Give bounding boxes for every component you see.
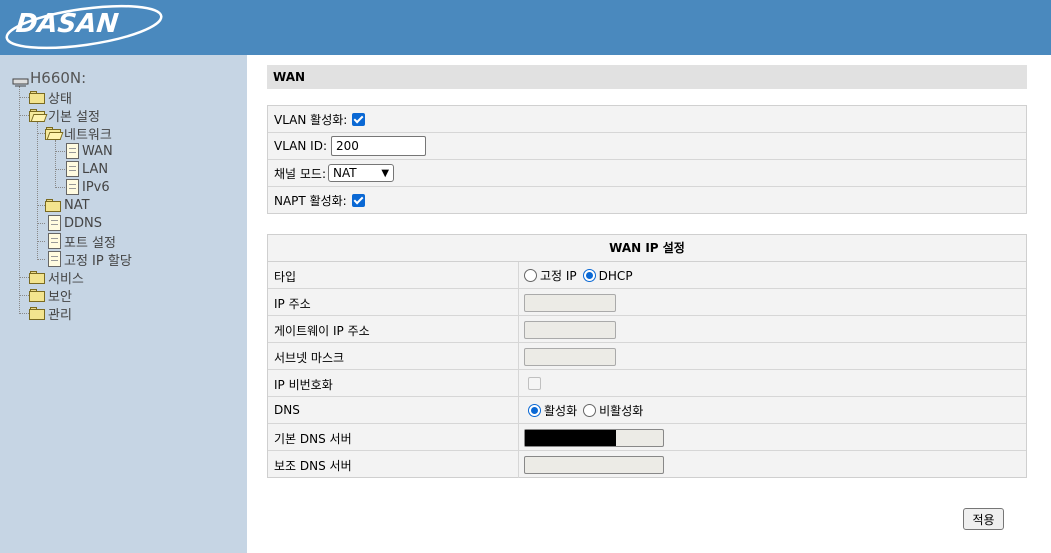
- napt-enable-row: NAPT 활성화:: [268, 187, 1026, 214]
- dhcp-radio-label: DHCP: [598, 268, 633, 283]
- folder-icon: [29, 270, 46, 284]
- sidebar-item-security[interactable]: 보안: [29, 286, 72, 305]
- page-title: WAN: [267, 65, 1027, 89]
- ip-address-row: IP 주소: [268, 289, 1026, 316]
- tree-root-device[interactable]: H660N:: [12, 69, 86, 87]
- folder-icon: [45, 198, 62, 212]
- document-icon: [66, 179, 79, 195]
- sidebar-item-label: DDNS: [64, 215, 102, 231]
- apply-button[interactable]: 적용: [963, 508, 1004, 530]
- document-icon: [66, 161, 79, 177]
- dns-disable-radio[interactable]: [583, 404, 597, 417]
- vlan-id-label: VLAN ID:: [274, 139, 327, 153]
- sidebar-item-label: LAN: [82, 161, 109, 177]
- document-icon: [66, 143, 79, 159]
- main-content: WAN VLAN 활성화: VLAN ID: 200 채널 모드: NAT ▼ …: [247, 55, 1051, 553]
- sidebar-item-port-settings[interactable]: 포트 설정: [48, 232, 116, 251]
- sidebar-item-label: 포트 설정: [64, 235, 116, 251]
- folder-open-icon: [45, 126, 64, 140]
- napt-enable-checkbox[interactable]: [351, 194, 365, 207]
- vlan-settings-box: VLAN 활성화: VLAN ID: 200 채널 모드: NAT ▼ NAPT…: [267, 105, 1027, 214]
- dns-enable-radio-label: 활성화: [544, 404, 578, 418]
- redacted-value: [525, 429, 616, 446]
- sidebar-item-management[interactable]: 관리: [29, 304, 72, 323]
- channel-mode-row: 채널 모드: NAT ▼: [268, 160, 1026, 187]
- sidebar-item-ddns[interactable]: DDNS: [48, 214, 102, 232]
- sidebar-item-label: 네트워크: [64, 127, 112, 143]
- sidebar-item-label: 상태: [48, 91, 72, 107]
- unnumbered-label: IP 비번호화: [274, 378, 333, 392]
- sidebar-item-ipv6[interactable]: IPv6: [66, 178, 110, 196]
- static-ip-radio[interactable]: [524, 269, 537, 282]
- channel-mode-label: 채널 모드:: [274, 166, 327, 181]
- vlan-enable-row: VLAN 활성화:: [268, 106, 1026, 133]
- secondary-dns-row: 보조 DNS 서버: [268, 451, 1026, 478]
- sidebar-item-basic-settings[interactable]: 기본 설정: [29, 106, 100, 125]
- chevron-down-icon: ▼: [381, 167, 390, 179]
- document-icon: [48, 251, 61, 267]
- static-ip-radio-label: 고정 IP: [540, 269, 577, 283]
- folder-icon: [29, 90, 46, 104]
- folder-open-icon: [29, 108, 48, 122]
- subnet-input[interactable]: [524, 347, 616, 366]
- unnumbered-row: IP 비번호화: [268, 370, 1026, 397]
- sidebar-tree: H660N: 상태 기본 설정 네트워크 WAN LAN IPv6 NAT DD…: [0, 55, 247, 553]
- ip-address-input[interactable]: [524, 293, 616, 312]
- sidebar-item-services[interactable]: 서비스: [29, 268, 84, 287]
- primary-dns-input[interactable]: [524, 428, 664, 447]
- sidebar-item-lan[interactable]: LAN: [66, 160, 108, 178]
- sidebar-item-label: IPv6: [82, 179, 110, 195]
- logo-text: DASAN: [14, 9, 120, 39]
- subnet-row: 서브넷 마스크: [268, 343, 1026, 370]
- document-icon: [48, 233, 61, 249]
- device-icon: [12, 73, 29, 87]
- gateway-label: 게이트웨이 IP 주소: [274, 324, 370, 338]
- secondary-dns-label: 보조 DNS 서버: [274, 459, 352, 473]
- folder-icon: [29, 306, 46, 320]
- napt-enable-label: NAPT 활성화:: [274, 194, 347, 208]
- wan-ip-heading: WAN IP 설정: [268, 235, 1026, 262]
- sidebar-item-label: 보안: [48, 289, 72, 305]
- secondary-dns-input[interactable]: [524, 455, 664, 474]
- vlan-id-input[interactable]: 200: [331, 136, 426, 156]
- unnumbered-checkbox[interactable]: [528, 377, 541, 390]
- sidebar-item-label: 관리: [48, 307, 72, 323]
- sidebar-item-label: 고정 IP 할당: [64, 253, 132, 269]
- dhcp-radio[interactable]: [582, 269, 596, 282]
- wan-ip-settings-table: WAN IP 설정 타입 고정 IP DHCP IP 주소 게이트웨이 IP 주…: [267, 234, 1027, 478]
- type-row: 타입 고정 IP DHCP: [268, 262, 1026, 289]
- channel-mode-select[interactable]: NAT ▼: [328, 164, 395, 182]
- dns-label: DNS: [274, 403, 300, 417]
- vlan-enable-checkbox[interactable]: [352, 112, 366, 126]
- vlan-id-row: VLAN ID: 200: [268, 133, 1026, 160]
- subnet-label: 서브넷 마스크: [274, 351, 345, 365]
- sidebar-item-label: 서비스: [48, 271, 84, 287]
- ip-address-label: IP 주소: [274, 297, 311, 311]
- dns-disable-radio-label: 비활성화: [599, 404, 644, 418]
- top-header: DASAN: [0, 0, 1051, 55]
- vlan-enable-label: VLAN 활성화:: [274, 112, 348, 127]
- gateway-row: 게이트웨이 IP 주소: [268, 316, 1026, 343]
- sidebar-item-label: 기본 설정: [48, 109, 100, 125]
- sidebar-item-label: WAN: [82, 143, 113, 159]
- sidebar-item-wan[interactable]: WAN: [66, 142, 113, 160]
- gateway-input[interactable]: [524, 320, 616, 339]
- primary-dns-label: 기본 DNS 서버: [274, 432, 352, 446]
- sidebar-item-network[interactable]: 네트워크: [45, 124, 112, 143]
- dns-row: DNS 활성화 비활성화: [268, 397, 1026, 424]
- sidebar-item-nat[interactable]: NAT: [45, 196, 90, 214]
- sidebar-item-label: NAT: [64, 197, 90, 213]
- channel-mode-value: NAT: [333, 166, 357, 180]
- tree-root-label: H660N:: [30, 69, 87, 87]
- sidebar-item-status[interactable]: 상태: [29, 88, 72, 107]
- type-label: 타입: [274, 270, 297, 284]
- folder-icon: [29, 288, 46, 302]
- dns-enable-radio[interactable]: [528, 404, 541, 417]
- primary-dns-row: 기본 DNS 서버: [268, 424, 1026, 451]
- dasan-logo: DASAN: [4, 3, 164, 51]
- document-icon: [48, 215, 61, 231]
- sidebar-item-static-ip[interactable]: 고정 IP 할당: [48, 250, 132, 269]
